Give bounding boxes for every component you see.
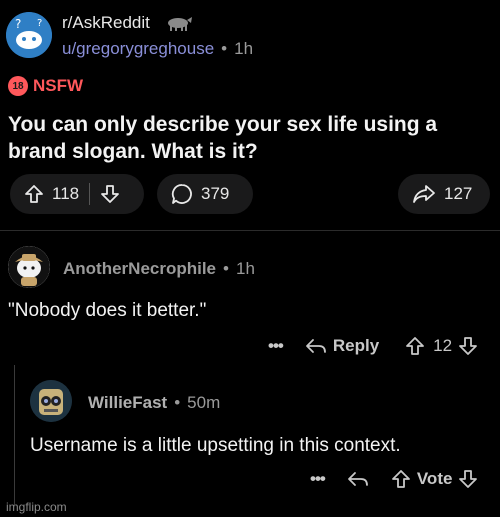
subreddit-name[interactable]: r/AskReddit [62, 13, 150, 33]
speech-bubble-icon [171, 183, 193, 205]
watermark: imgflip.com [6, 500, 67, 514]
reply-button[interactable]: Reply [333, 336, 379, 356]
comments-button[interactable]: 379 [157, 174, 253, 214]
meta-separator: • [223, 259, 229, 278]
comment-text: "Nobody does it better." [8, 300, 207, 321]
nsfw-tag: 18 NSFW [8, 76, 83, 96]
nsfw-badge: 18 [8, 76, 28, 96]
comment-count: 379 [201, 184, 230, 203]
arrow-down-icon[interactable] [458, 336, 478, 356]
post-meta: u/gregorygreghouse • 1h [62, 39, 253, 59]
arrow-down-icon[interactable] [100, 184, 120, 204]
share-icon [412, 184, 436, 204]
avatar[interactable] [30, 380, 72, 422]
reply-icon[interactable] [305, 337, 327, 355]
share-button[interactable]: 127 [398, 174, 490, 214]
arrow-up-icon[interactable] [405, 336, 425, 356]
post-author[interactable]: u/gregorygreghouse [62, 39, 214, 59]
avatar[interactable] [8, 246, 50, 288]
reply-icon[interactable] [347, 470, 369, 488]
upvote-count: 118 [52, 184, 80, 203]
comment-text: Username is a little upsetting in this c… [30, 435, 401, 456]
comment-actions: ••• Vote [310, 469, 478, 489]
thread-line[interactable] [14, 365, 15, 505]
share-count: 127 [444, 184, 473, 203]
comment-time: 50m [187, 393, 221, 412]
nsfw-label: NSFW [33, 76, 84, 95]
meta-separator: • [221, 39, 228, 58]
post-divider [0, 230, 500, 231]
subreddit-avatar[interactable]: ? ? [6, 12, 52, 58]
comment-actions: ••• Reply 12 [268, 336, 478, 356]
more-icon[interactable]: ••• [310, 469, 326, 489]
arrow-up-icon[interactable] [24, 184, 44, 204]
post-title[interactable]: You can only describe your sex life usin… [8, 111, 488, 165]
svg-text:?: ? [15, 17, 21, 31]
svg-text:?: ? [37, 18, 42, 29]
arrow-up-icon[interactable] [391, 469, 411, 489]
award-icon [165, 14, 193, 32]
vote-label: Vote [416, 469, 453, 488]
arrow-down-icon[interactable] [458, 469, 478, 489]
meta-separator: • [174, 393, 181, 412]
comment-author[interactable]: AnotherNecrophile [63, 259, 216, 279]
more-icon[interactable]: ••• [268, 336, 284, 356]
comment-author[interactable]: WillieFast [88, 393, 167, 413]
comment-time: 1h [235, 259, 255, 278]
post-time: 1h [234, 39, 254, 58]
vote-divider [89, 183, 91, 205]
comment-meta: AnotherNecrophile • 1h [63, 259, 255, 279]
comment-score: 12 [433, 336, 453, 355]
comment-meta: WillieFast • 50m [88, 393, 220, 413]
vote-bar: 118 [10, 174, 144, 214]
